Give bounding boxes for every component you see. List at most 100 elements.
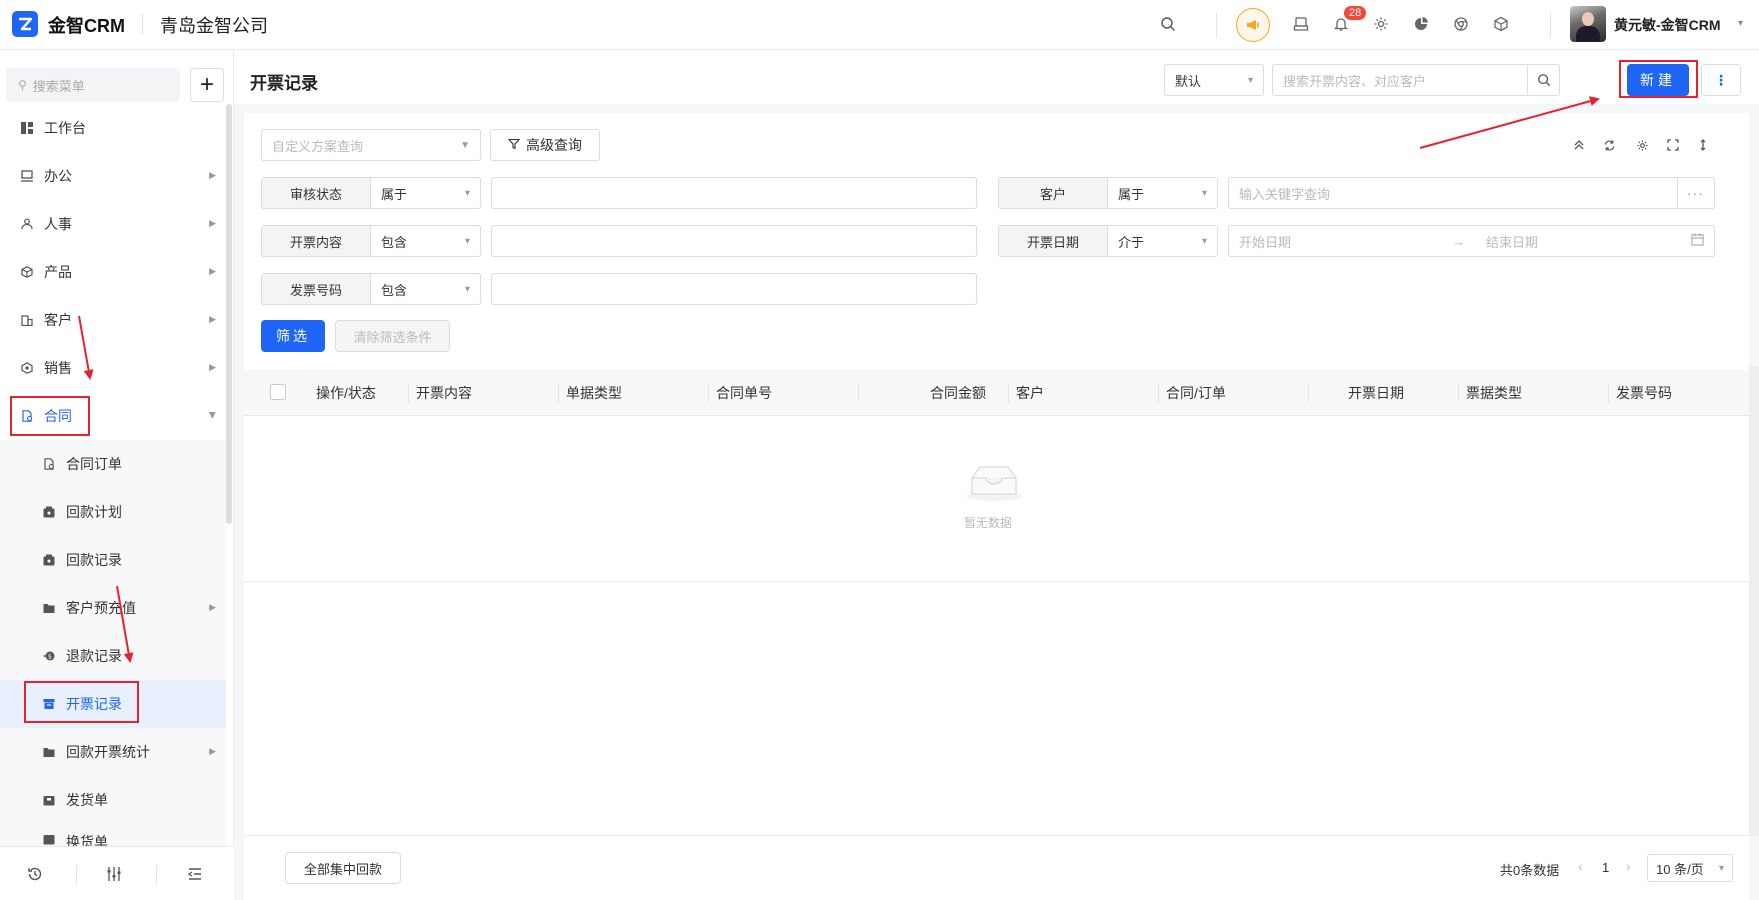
column-header-contract-order[interactable]: 合同/订单: [1166, 370, 1226, 416]
column-divider[interactable]: [708, 384, 709, 402]
column-header-contract-no[interactable]: 合同单号: [716, 370, 772, 416]
filter-button[interactable]: 筛选: [261, 320, 325, 352]
collapse-menu-icon[interactable]: [184, 863, 206, 885]
chevron-right-icon: ▶: [209, 362, 216, 372]
sidebar-subitem-contract-order[interactable]: 合同订单: [0, 440, 226, 488]
current-page[interactable]: 1: [1602, 860, 1609, 875]
calendar-icon[interactable]: [1691, 233, 1704, 249]
search-icon[interactable]: [1157, 13, 1179, 35]
chevron-down-icon[interactable]: ▾: [1738, 18, 1743, 29]
page-size-select[interactable]: 10 条/页 ▾: [1647, 854, 1733, 882]
sidebar-footer: [0, 846, 234, 900]
divider: [142, 14, 143, 34]
add-menu-button[interactable]: +: [190, 68, 224, 102]
sidebar-item-label: 客户预充值: [66, 600, 136, 616]
cube-icon[interactable]: [1490, 13, 1512, 35]
record-search-placeholder: 搜索开票内容、对应客户: [1283, 73, 1427, 89]
sidebar-item-office[interactable]: 办公 ▶: [0, 152, 226, 200]
sidebar-item-sales[interactable]: 销售 ▶: [0, 344, 226, 392]
record-search-input[interactable]: 搜索开票内容、对应客户: [1272, 64, 1560, 96]
sidebar-item-customer[interactable]: 客户 ▶: [0, 296, 226, 344]
gear-icon[interactable]: [1633, 136, 1651, 154]
column-divider[interactable]: [1308, 384, 1309, 402]
date-end-placeholder: 结束日期: [1486, 234, 1539, 250]
column-divider[interactable]: [1608, 384, 1609, 402]
column-header-bill-type[interactable]: 票据类型: [1466, 370, 1522, 416]
sidebar-subitem-payment-invoice-stats[interactable]: 回款开票统计 ▶: [0, 728, 226, 776]
sidebar-subitem-payment-plan[interactable]: 回款计划: [0, 488, 226, 536]
refresh-icon[interactable]: [1600, 136, 1618, 154]
table-scrollbar[interactable]: [1749, 366, 1759, 836]
chevron-right-icon: ▶: [209, 746, 216, 756]
chevron-down-icon: ▾: [1718, 862, 1724, 874]
column-divider[interactable]: [1158, 384, 1159, 402]
megaphone-icon[interactable]: [1236, 8, 1270, 42]
column-divider[interactable]: [408, 384, 409, 402]
filter-audit-operator[interactable]: 属于 ▾: [371, 177, 481, 209]
column-divider[interactable]: [1008, 384, 1009, 402]
empty-state-text: 暂无数据: [964, 516, 1013, 530]
more-dots-button[interactable]: ···: [1677, 177, 1715, 209]
fullscreen-icon[interactable]: [1664, 136, 1682, 154]
previous-page-icon[interactable]: ‹: [1578, 858, 1583, 874]
column-header-doc-type[interactable]: 单据类型: [566, 370, 622, 416]
column-divider[interactable]: [558, 384, 559, 402]
sliders-icon[interactable]: [103, 863, 125, 885]
user-name[interactable]: 黄元敏-金智CRM: [1614, 15, 1721, 35]
search-icon[interactable]: [1527, 65, 1559, 95]
chevron-down-icon: ▶: [208, 412, 219, 419]
select-all-checkbox[interactable]: [270, 384, 286, 400]
company-name[interactable]: 青岛金智公司: [160, 12, 268, 38]
chrome-icon[interactable]: [1450, 13, 1472, 35]
sidebar-item-label: 工作台: [44, 120, 86, 136]
filter-date-operator[interactable]: 介于 ▾: [1108, 225, 1218, 257]
collapse-up-icon[interactable]: [1570, 136, 1588, 154]
filter-customer-operator[interactable]: 属于 ▾: [1108, 177, 1218, 209]
filter-content-input[interactable]: [491, 225, 977, 257]
next-page-icon[interactable]: ›: [1626, 858, 1631, 874]
sidebar-item-hr[interactable]: 人事 ▶: [0, 200, 226, 248]
annotation-box-invoice-record: [24, 681, 139, 723]
filter-invoice-no-operator[interactable]: 包含 ▾: [371, 273, 481, 305]
sidebar-item-product[interactable]: 产品 ▶: [0, 248, 226, 296]
pie-chart-icon[interactable]: [1410, 13, 1432, 35]
sidebar-subitem-refund-record[interactable]: $ 退款记录: [0, 632, 226, 680]
column-divider[interactable]: [1458, 384, 1459, 402]
scheme-select[interactable]: 默认 ▾: [1164, 64, 1264, 96]
inbox-icon[interactable]: [1290, 13, 1312, 35]
column-header-invoice-date[interactable]: 开票日期: [1348, 370, 1404, 416]
column-header-contract-amount[interactable]: 合同金额: [930, 370, 986, 416]
filter-operator-value: 包含: [381, 282, 408, 298]
sidebar-subitem-payment-record[interactable]: 回款记录: [0, 536, 226, 584]
row-height-icon[interactable]: [1694, 136, 1712, 154]
filter-customer-input[interactable]: 输入关键字查询: [1228, 177, 1678, 209]
column-header-customer[interactable]: 客户: [1016, 370, 1044, 416]
sidebar-subitem-customer-prepaid[interactable]: 客户预充值 ▶: [0, 584, 226, 632]
sidebar-subitem-exchange-note[interactable]: 换货单: [0, 824, 226, 846]
chevron-right-icon: ▶: [209, 602, 216, 612]
gear-icon[interactable]: [1370, 13, 1392, 35]
filter-audit-input[interactable]: [491, 177, 977, 209]
filter-content-operator[interactable]: 包含 ▾: [371, 225, 481, 257]
column-divider[interactable]: [858, 384, 859, 402]
sidebar-item-workbench[interactable]: 工作台: [0, 104, 226, 152]
filter-operator-value: 介于: [1118, 234, 1145, 250]
sidebar-scrollbar[interactable]: [226, 104, 232, 524]
sidebar-subitem-delivery-note[interactable]: 发货单: [0, 776, 226, 824]
history-icon[interactable]: [24, 863, 46, 885]
column-header-action-status[interactable]: 操作/状态: [316, 370, 376, 416]
filter-invoice-no-input[interactable]: [491, 273, 977, 305]
column-header-invoice-number[interactable]: 发票号码: [1616, 370, 1672, 416]
advanced-query-button[interactable]: 高级查询: [490, 129, 600, 161]
clear-filters-button[interactable]: 清除筛选条件: [335, 320, 450, 352]
menu-search-input[interactable]: ⚲ 搜索菜单: [6, 68, 180, 102]
collect-all-payments-button[interactable]: 全部集中回款: [285, 852, 401, 884]
filter-date-label: 开票日期: [998, 225, 1108, 257]
avatar[interactable]: [1570, 6, 1606, 42]
custom-scheme-select[interactable]: 自定义方案查询 ▼: [261, 129, 481, 161]
arrow-right-icon: →: [1452, 233, 1465, 249]
filter-date-range[interactable]: 开始日期 → 结束日期: [1228, 225, 1715, 257]
more-options-button[interactable]: ⋮: [1701, 64, 1741, 96]
column-header-invoice-content[interactable]: 开票内容: [416, 370, 472, 416]
chevron-down-icon: ▾: [464, 187, 470, 199]
